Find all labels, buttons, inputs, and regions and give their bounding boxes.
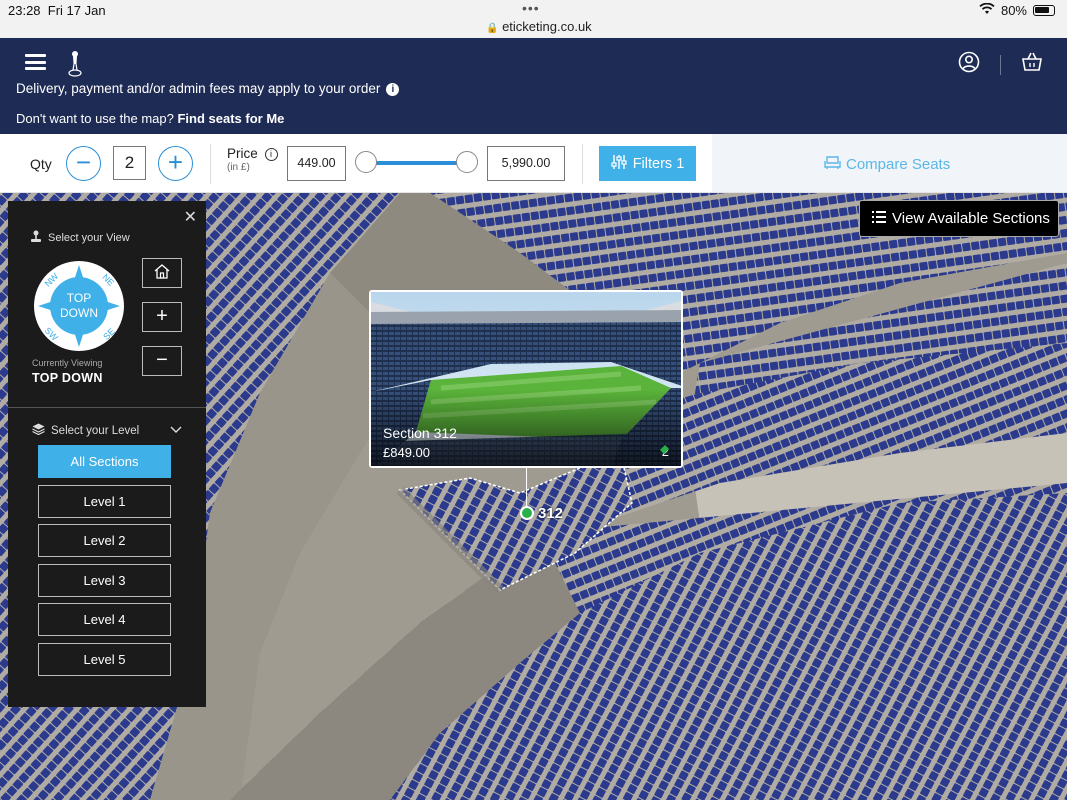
status-time: 23:28 Fri 17 Jan bbox=[8, 3, 106, 18]
seats-available: 2 bbox=[659, 444, 669, 459]
level-1-button[interactable]: Level 1 bbox=[38, 485, 171, 518]
list-icon bbox=[872, 210, 886, 227]
price-slider-max-handle[interactable] bbox=[456, 151, 478, 173]
qty-label: Qty bbox=[30, 156, 52, 172]
info-icon[interactable]: i bbox=[386, 83, 400, 96]
home-button[interactable] bbox=[142, 258, 182, 288]
lock-icon: 🔒 bbox=[486, 23, 499, 34]
home-icon bbox=[154, 261, 170, 283]
compare-area: Compare Seats bbox=[712, 134, 1067, 192]
currently-viewing-label: Currently Viewing bbox=[32, 358, 103, 368]
qty-decrease-button[interactable]: − bbox=[66, 146, 101, 181]
close-icon[interactable]: ✕ bbox=[184, 207, 197, 227]
section-view-image bbox=[371, 292, 681, 466]
divider bbox=[582, 144, 583, 184]
seat-icon bbox=[824, 155, 841, 174]
status-right: 80% bbox=[979, 2, 1055, 18]
view-panel: ✕ Select your View NW NE SW SE TOP DOWN … bbox=[8, 201, 206, 707]
level-2-button[interactable]: Level 2 bbox=[38, 524, 171, 557]
price-slider-track[interactable] bbox=[368, 161, 464, 165]
menu-icon[interactable] bbox=[25, 54, 46, 70]
select-view-title: Select your View bbox=[30, 230, 130, 246]
find-seats-link[interactable]: Find seats for Me bbox=[177, 111, 284, 126]
price-label: Price i (in £) bbox=[227, 146, 278, 173]
battery-icon bbox=[1033, 5, 1055, 16]
wifi-icon bbox=[979, 2, 995, 18]
top-nav: Delivery, payment and/or admin fees may … bbox=[0, 38, 1067, 134]
section-pin-label[interactable]: 312 bbox=[538, 505, 563, 522]
section-price: £849.00 bbox=[383, 445, 430, 460]
account-icon[interactable] bbox=[958, 51, 980, 78]
price-min-input[interactable]: 449.00 bbox=[287, 146, 346, 181]
select-level-title: Select your Level bbox=[32, 423, 139, 438]
info-icon[interactable]: i bbox=[264, 148, 278, 161]
joystick-icon bbox=[30, 230, 42, 246]
compare-seats-button[interactable]: Compare Seats bbox=[824, 155, 950, 174]
url-bar[interactable]: 🔒 eticketing.co.uk bbox=[486, 19, 592, 34]
qty-increase-button[interactable]: + bbox=[158, 146, 193, 181]
club-logo[interactable] bbox=[67, 48, 83, 78]
filters-button[interactable]: Filters 1 bbox=[599, 146, 696, 181]
view-available-sections-button[interactable]: View Available Sections bbox=[859, 200, 1059, 237]
level-4-button[interactable]: Level 4 bbox=[38, 603, 171, 636]
delivery-notice: Delivery, payment and/or admin fees may … bbox=[16, 81, 400, 96]
price-max-input[interactable]: 5,990.00 bbox=[487, 146, 565, 181]
status-bar: 23:28 Fri 17 Jan ••• 🔒 eticketing.co.uk … bbox=[0, 0, 1067, 38]
filter-bar: Qty − 2 + Price i (in £) 449.00 5,990.00… bbox=[0, 134, 1067, 193]
sliders-icon bbox=[611, 154, 627, 174]
compass-control[interactable]: NW NE SW SE TOP DOWN bbox=[34, 261, 124, 351]
chevron-down-icon[interactable] bbox=[170, 423, 182, 437]
level-all-sections-button[interactable]: All Sections bbox=[38, 445, 171, 478]
pin-line bbox=[526, 468, 527, 510]
divider bbox=[210, 144, 211, 184]
panel-divider bbox=[8, 407, 206, 408]
qty-input[interactable]: 2 bbox=[113, 146, 146, 180]
layers-icon bbox=[32, 423, 45, 438]
top-down-button[interactable]: TOP DOWN bbox=[50, 277, 108, 335]
level-3-button[interactable]: Level 3 bbox=[38, 564, 171, 597]
nav-divider bbox=[1000, 54, 1001, 75]
section-preview-card[interactable]: Section 312 £849.00 2 bbox=[369, 290, 683, 468]
zoom-in-button[interactable]: + bbox=[142, 302, 182, 332]
tab-dots-icon[interactable]: ••• bbox=[522, 0, 540, 16]
price-slider-min-handle[interactable] bbox=[355, 151, 377, 173]
level-5-button[interactable]: Level 5 bbox=[38, 643, 171, 676]
find-seats-row: Don't want to use the map? Find seats fo… bbox=[16, 111, 285, 126]
basket-icon[interactable] bbox=[1021, 51, 1043, 78]
zoom-out-button[interactable]: − bbox=[142, 346, 182, 376]
section-name: Section 312 bbox=[383, 425, 457, 441]
currently-viewing-value: TOP DOWN bbox=[32, 371, 103, 385]
battery-percent: 80% bbox=[1000, 3, 1027, 18]
section-pin-marker[interactable] bbox=[520, 506, 534, 520]
